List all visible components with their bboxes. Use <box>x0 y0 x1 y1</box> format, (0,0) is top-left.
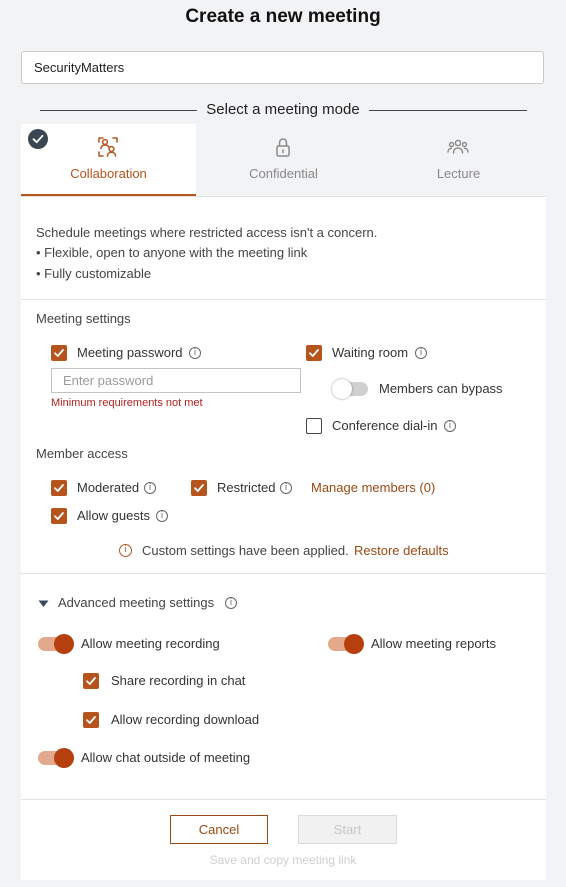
allow-guests-label: Allow guests <box>77 508 150 523</box>
people-icon <box>447 139 469 154</box>
mode-bullet: • Fully customizable <box>36 266 152 281</box>
allow-download-label: Allow recording download <box>111 712 260 727</box>
chat-outside-label: Allow chat outside of meeting <box>81 750 251 765</box>
member-access-header: Member access <box>36 446 128 461</box>
info-icon[interactable]: i <box>189 347 201 359</box>
meeting-reports-label: Allow meeting reports <box>371 636 496 651</box>
members-bypass-label: Members can bypass <box>379 381 503 396</box>
mode-header: Select a meeting mode <box>206 101 360 118</box>
check-icon <box>54 484 64 492</box>
meeting-settings-header: Meeting settings <box>36 311 131 326</box>
info-icon[interactable]: i <box>225 597 237 609</box>
moderated-checkbox[interactable] <box>51 480 67 496</box>
check-icon <box>194 484 204 492</box>
info-icon[interactable]: i <box>156 510 168 522</box>
meeting-recording-toggle[interactable] <box>38 634 74 654</box>
dialog-title: Create a new meeting <box>185 6 381 27</box>
mode-description: Schedule meetings where restricted acces… <box>36 225 378 240</box>
divider <box>21 799 546 800</box>
waiting-room-label: Waiting room <box>332 345 409 360</box>
share-recording-checkbox[interactable] <box>83 673 99 689</box>
info-icon[interactable]: i <box>444 420 456 432</box>
check-icon <box>309 349 319 357</box>
waiting-room-checkbox[interactable] <box>306 345 322 361</box>
info-icon[interactable]: i <box>415 347 427 359</box>
password-error: Minimum requirements not met <box>51 397 203 409</box>
meeting-name-input[interactable] <box>21 51 544 84</box>
check-icon <box>32 134 44 144</box>
info-icon[interactable]: i <box>280 482 292 494</box>
chat-outside-toggle[interactable] <box>38 748 74 768</box>
caret-down-icon[interactable] <box>38 600 49 608</box>
toggle-knob <box>54 634 74 654</box>
cancel-button[interactable]: Cancel <box>170 815 268 844</box>
tab-confidential[interactable]: Confidential <box>196 124 371 196</box>
meeting-reports-toggle[interactable] <box>328 634 364 654</box>
advanced-settings-header[interactable]: Advanced meeting settings <box>58 595 214 610</box>
restricted-checkbox[interactable] <box>191 480 207 496</box>
check-icon <box>54 349 64 357</box>
conference-dial-in-checkbox[interactable] <box>306 418 322 434</box>
meeting-recording-label: Allow meeting recording <box>81 636 220 651</box>
toggle-knob <box>54 748 74 768</box>
start-button[interactable]: Start <box>298 815 397 844</box>
selected-check-badge <box>28 129 48 149</box>
moderated-label: Moderated <box>77 480 140 495</box>
check-icon <box>54 512 64 520</box>
toggle-knob <box>332 379 352 399</box>
meeting-password-label: Meeting password <box>77 345 183 360</box>
tab-label: Lecture <box>436 166 481 181</box>
meeting-password-checkbox[interactable] <box>51 345 67 361</box>
restore-defaults-link[interactable]: Restore defaults <box>354 543 449 558</box>
members-bypass-toggle[interactable] <box>332 379 368 399</box>
lock-icon <box>276 138 290 157</box>
divider <box>21 573 546 574</box>
custom-settings-notice: Custom settings have been applied. <box>142 543 349 558</box>
collaboration-icon <box>98 137 118 157</box>
tab-label: Confidential <box>249 166 318 181</box>
password-input[interactable] <box>51 368 301 393</box>
warning-info-icon: i <box>119 544 132 557</box>
allow-download-checkbox[interactable] <box>83 712 99 728</box>
restricted-label: Restricted <box>217 480 276 495</box>
tab-lecture[interactable]: Lecture <box>371 124 546 196</box>
allow-guests-checkbox[interactable] <box>51 508 67 524</box>
mode-tabs: Collaboration Confidential Lecture <box>21 124 546 197</box>
conference-dial-in-label: Conference dial-in <box>332 418 438 433</box>
mode-bullet: • Flexible, open to anyone with the meet… <box>36 245 308 260</box>
tab-label: Collaboration <box>70 166 147 181</box>
info-icon[interactable]: i <box>144 482 156 494</box>
save-copy-link[interactable]: Save and copy meeting link <box>0 853 566 867</box>
manage-members-link[interactable]: Manage members (0) <box>311 480 435 495</box>
check-icon <box>86 677 96 685</box>
share-recording-label: Share recording in chat <box>111 673 246 688</box>
check-icon <box>86 716 96 724</box>
toggle-knob <box>344 634 364 654</box>
divider <box>21 299 546 300</box>
